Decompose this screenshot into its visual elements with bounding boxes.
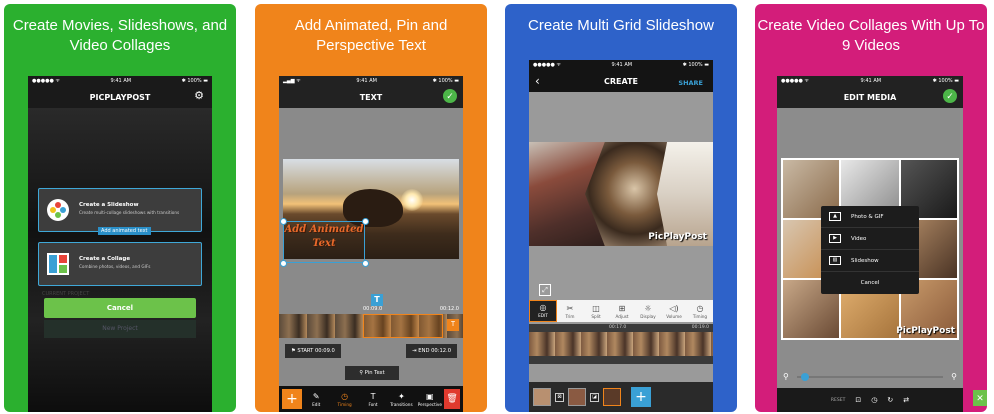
new-project-button[interactable]: New Project (44, 320, 196, 338)
start-time-button[interactable]: ⚑ START 00:09.0 (285, 344, 341, 358)
promo-panel-1: Create Movies, Slideshows, and Video Col… (4, 4, 236, 412)
reset-button[interactable]: RESET (831, 398, 845, 403)
resize-handle[interactable] (280, 218, 287, 225)
timeline-right-time: 00:19.0 (691, 325, 709, 330)
gear-icon[interactable]: ⚙ (194, 89, 204, 102)
text-selection-box[interactable] (283, 221, 365, 263)
slideshow-icon (47, 199, 69, 221)
image-icon: ▲ (829, 212, 841, 221)
toolbar-timing[interactable]: ◷ Timing (330, 392, 358, 407)
timeline-selection[interactable] (363, 314, 443, 338)
zoom-slider[interactable]: ⚲ ⚲ (783, 372, 957, 382)
phone-screen: ●●●●● ᯤ 9:41 AM ✱ 100% ▬ EDIT MEDIA ✓ Pi… (777, 76, 963, 412)
resize-handle[interactable] (280, 260, 287, 267)
zoom-in-icon[interactable]: ⚲ (951, 372, 957, 381)
card-subtitle: Create multi-collage slideshows with tra… (79, 210, 180, 215)
crop-icon[interactable]: ⊡ (855, 396, 861, 404)
zoom-out-icon[interactable]: ⚲ (783, 372, 789, 381)
watermark: PicPlayPost (896, 326, 955, 336)
time-left: 00:09.0 (363, 306, 383, 312)
tool-trim[interactable]: ✂ Trim (557, 304, 583, 319)
edit-toolbar: ◎ EDIT ✂ Trim ◫ Split ⊞ Adjust ☼ Display ◁) Vo… (529, 300, 713, 322)
panel-title: Create Video Collages With Up To 9 Video… (757, 17, 985, 54)
tool-volume[interactable]: ◁) Volume (661, 304, 687, 319)
toolbar-edit[interactable]: ✎ Edit (302, 392, 330, 407)
resize-handle[interactable] (362, 260, 369, 267)
animated-text-tag: Add animated text (98, 227, 151, 235)
grid-cell[interactable] (657, 142, 713, 246)
clip-transition-icon[interactable]: ◪ (590, 392, 599, 402)
toolbar-font[interactable]: T Font (359, 392, 387, 407)
card-subtitle: Combine photos, videos, and GIFs (79, 264, 151, 269)
confirm-x-icon[interactable]: ✕ (973, 390, 987, 406)
timeline-left-time: 00:17.0 (609, 325, 627, 330)
phone-screen: ●●●●● ᯤ 9:41 AM ✱ 100% ▬ PICPLAYPOST ⚙ C… (28, 76, 212, 412)
clip-thumbnail-selected[interactable] (603, 388, 621, 406)
create-slideshow-card[interactable]: Create a Slideshow Create multi-collage … (38, 188, 202, 232)
toolbar-perspective[interactable]: ▣ Perspective (416, 392, 444, 407)
video-icon: ▶ (829, 234, 841, 243)
clip-transition-icon[interactable]: ⊠ (555, 392, 564, 402)
video-timeline[interactable]: 00:17.0 00:19.0 (529, 324, 713, 364)
toolbar-transitions[interactable]: ✦ Transitions (387, 392, 415, 407)
card-title: Create a Slideshow (79, 202, 139, 208)
panel-title: Create Movies, Slideshows, and Video Col… (12, 17, 228, 54)
add-media-menu: ▲ Photo & GIF ▶ Video ▧ Slideshow Cancel (821, 206, 919, 294)
trash-icon[interactable]: 🗑 (444, 389, 461, 409)
add-clip-icon[interactable]: + (631, 387, 651, 407)
menu-slideshow[interactable]: ▧ Slideshow (821, 250, 919, 272)
nav-title: EDIT MEDIA (843, 92, 897, 102)
resize-handle[interactable] (362, 218, 369, 225)
tool-adjust[interactable]: ⊞ Adjust (609, 304, 635, 319)
tool-split[interactable]: ◫ Split (583, 304, 609, 319)
panel-title: Create Multi Grid Slideshow (528, 17, 714, 34)
collage-icon (47, 253, 69, 275)
promo-panel-3: Create Multi Grid Slideshow ●●●●● ᯤ 9:41… (505, 4, 737, 412)
status-bar: ●●●●● ᯤ 9:41 AM ✱ 100% ▬ (533, 62, 709, 68)
phone-screen: ▂▄▆ ᯤ 9:41 AM ✱ 100% ▬ TEXT ✓ Add Animat… (279, 76, 463, 412)
zoom-knob[interactable] (801, 373, 809, 381)
clip-thumbnail[interactable] (568, 388, 586, 406)
card-title: Create a Collage (79, 256, 131, 262)
multi-grid-preview: PicPlayPost (529, 142, 713, 246)
expand-icon[interactable]: ⤢ (539, 284, 551, 296)
rotate-icon[interactable]: ↻ (887, 396, 893, 404)
end-time-button[interactable]: ⇥ END 00:12.0 (406, 344, 457, 358)
timer-icon[interactable]: ◷ (871, 396, 877, 404)
done-check-icon[interactable]: ✓ (443, 89, 457, 103)
edit-media-toolbar: RESET ⊡ ◷ ↻ ⇄ (777, 388, 963, 412)
nav-title: PICPLAYPOST (89, 92, 151, 102)
status-bar: ●●●●● ᯤ 9:41 AM ✱ 100% ▬ (32, 78, 208, 84)
menu-photo-gif[interactable]: ▲ Photo & GIF (821, 206, 919, 228)
nav-title: TEXT (359, 92, 383, 102)
text-track-icon[interactable]: T (447, 319, 459, 331)
cancel-button[interactable]: Cancel (44, 298, 196, 318)
share-button[interactable]: SHARE (678, 79, 703, 87)
tool-edit[interactable]: ◎ EDIT (529, 300, 557, 322)
phone-screen: ●●●●● ᯤ 9:41 AM ✱ 100% ▬ ‹ CREATE SHARE … (529, 60, 713, 412)
tool-display[interactable]: ☼ Display (635, 304, 661, 319)
promo-panel-4: Create Video Collages With Up To 9 Video… (755, 4, 987, 412)
time-right: 00:12.0 (439, 306, 459, 312)
promo-panel-2: Add Animated, Pin and Perspective Text ▂… (255, 4, 487, 412)
tool-timing[interactable]: ◷ Timing (687, 304, 713, 319)
panel-title: Add Animated, Pin and Perspective Text (294, 17, 448, 54)
current-project-label: CURRENT PROJECT (42, 291, 90, 297)
text-marker-icon[interactable]: T (371, 294, 383, 306)
menu-cancel-button[interactable]: Cancel (821, 272, 919, 294)
text-toolbar: + ✎ Edit ◷ Timing T Font ✦ Transitions ▣ Pers… (279, 386, 463, 412)
status-bar: ●●●●● ᯤ 9:41 AM ✱ 100% ▬ (781, 78, 959, 84)
done-check-icon[interactable]: ✓ (943, 89, 957, 103)
slideshow-icon: ▧ (829, 256, 841, 265)
clip-thumbnail[interactable] (533, 388, 551, 406)
flip-icon[interactable]: ⇄ (903, 396, 909, 404)
clip-thumbnails: ⊠ ◪ + (529, 382, 713, 412)
menu-video[interactable]: ▶ Video (821, 228, 919, 250)
pin-text-button[interactable]: ⚲ Pin Text (345, 366, 399, 380)
watermark: PicPlayPost (648, 232, 707, 242)
create-collage-card[interactable]: Create a Collage Combine photos, videos,… (38, 242, 202, 286)
add-icon[interactable]: + (282, 389, 302, 409)
status-bar: ▂▄▆ ᯤ 9:41 AM ✱ 100% ▬ (283, 78, 459, 84)
